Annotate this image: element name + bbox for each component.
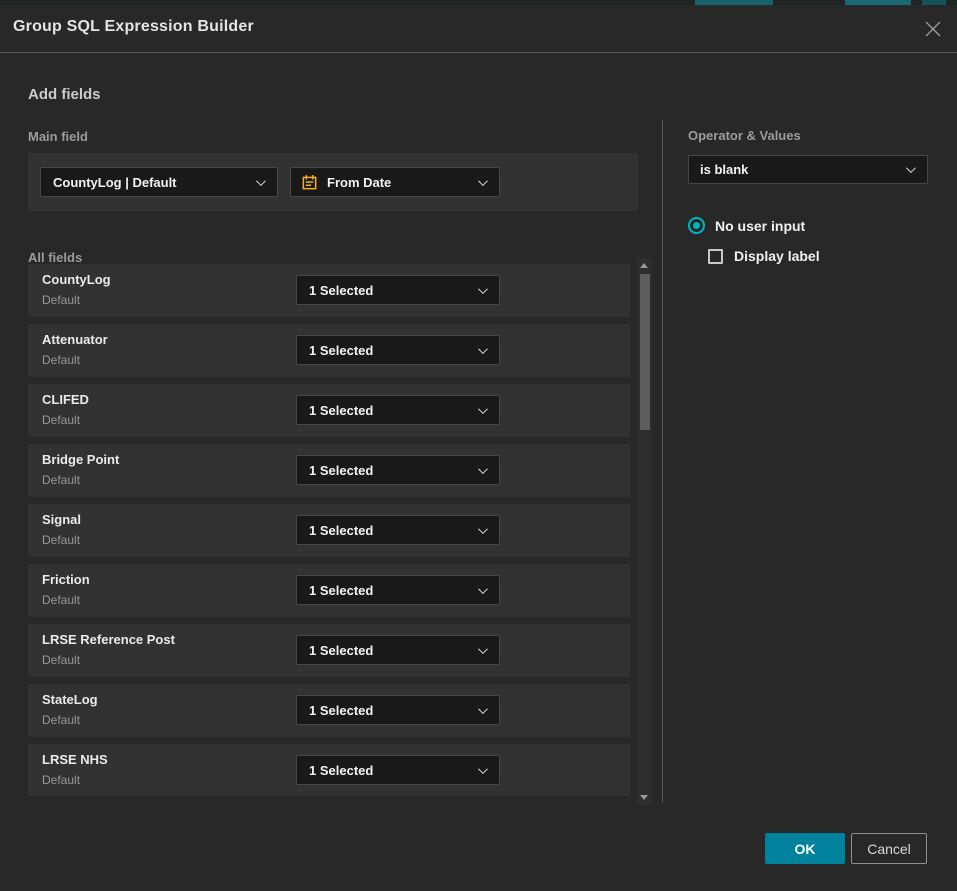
- field-row: Attenuator Default 1 Selected: [28, 324, 630, 377]
- screen: Group SQL Expression Builder Add fields …: [0, 0, 957, 891]
- field-row: LRSE Reference Post Default 1 Selected: [28, 624, 630, 677]
- field-subtitle: Default: [42, 473, 80, 487]
- field-subtitle: Default: [42, 713, 80, 727]
- display-label-checkbox[interactable]: Display label: [708, 248, 820, 264]
- chevron-down-icon: [478, 584, 488, 594]
- field-row: CLIFED Default 1 Selected: [28, 384, 630, 437]
- scrollbar-track[interactable]: [637, 258, 652, 805]
- field-name: LRSE NHS: [42, 752, 108, 767]
- field-row: CountyLog Default 1 Selected: [28, 264, 630, 317]
- checkbox-icon: [708, 249, 723, 264]
- field-name: Attenuator: [42, 332, 108, 347]
- field-row: Friction Default 1 Selected: [28, 564, 630, 617]
- main-field-source-dropdown[interactable]: CountyLog | Default: [40, 167, 278, 197]
- scrollbar-thumb[interactable]: [640, 274, 650, 430]
- main-field-label: Main field: [28, 129, 88, 144]
- dropdown-value: CountyLog | Default: [53, 175, 177, 190]
- field-selected-dropdown[interactable]: 1 Selected: [296, 575, 500, 605]
- field-name: Bridge Point: [42, 452, 119, 467]
- field-subtitle: Default: [42, 353, 80, 367]
- chevron-down-icon: [478, 524, 488, 534]
- calendar-icon: [301, 174, 318, 191]
- chevron-down-icon: [478, 404, 488, 414]
- field-row: StateLog Default 1 Selected: [28, 684, 630, 737]
- field-selected-dropdown[interactable]: 1 Selected: [296, 275, 500, 305]
- chevron-down-icon: [478, 704, 488, 714]
- dropdown-value: 1 Selected: [297, 343, 373, 358]
- dropdown-value: From Date: [327, 175, 391, 190]
- dropdown-value: 1 Selected: [297, 763, 373, 778]
- dialog-title: Group SQL Expression Builder: [13, 18, 254, 36]
- group-sql-expression-builder-dialog: Group SQL Expression Builder Add fields …: [0, 5, 957, 891]
- dropdown-value: is blank: [700, 162, 748, 177]
- all-fields-label: All fields: [28, 250, 82, 265]
- dropdown-value: 1 Selected: [297, 283, 373, 298]
- field-name: Friction: [42, 572, 90, 587]
- field-name: Signal: [42, 512, 81, 527]
- field-subtitle: Default: [42, 593, 80, 607]
- field-selected-dropdown[interactable]: 1 Selected: [296, 755, 500, 785]
- dropdown-value: 1 Selected: [297, 643, 373, 658]
- chevron-down-icon: [478, 764, 488, 774]
- dropdown-value: 1 Selected: [297, 583, 373, 598]
- chevron-down-icon: [478, 284, 488, 294]
- field-subtitle: Default: [42, 653, 80, 667]
- vertical-divider: [662, 120, 663, 803]
- chevron-down-icon: [478, 644, 488, 654]
- add-fields-heading: Add fields: [28, 86, 101, 103]
- field-selected-dropdown[interactable]: 1 Selected: [296, 455, 500, 485]
- chevron-down-icon: [256, 176, 266, 186]
- main-field-panel: CountyLog | Default From Date: [28, 153, 638, 211]
- dropdown-value: 1 Selected: [297, 463, 373, 478]
- all-fields-list: CountyLog Default 1 Selected Attenuator …: [28, 264, 630, 796]
- no-user-input-radio[interactable]: No user input: [688, 217, 805, 234]
- field-row: Signal Default 1 Selected: [28, 504, 630, 557]
- scroll-down-icon[interactable]: [640, 795, 648, 800]
- scroll-up-icon[interactable]: [640, 263, 648, 268]
- field-selected-dropdown[interactable]: 1 Selected: [296, 395, 500, 425]
- radio-label: No user input: [715, 218, 805, 234]
- field-name: LRSE Reference Post: [42, 632, 175, 647]
- field-subtitle: Default: [42, 773, 80, 787]
- ok-button[interactable]: OK: [765, 833, 845, 864]
- chevron-down-icon: [478, 176, 488, 186]
- operator-dropdown[interactable]: is blank: [688, 155, 928, 184]
- field-name: CountyLog: [42, 272, 111, 287]
- close-button[interactable]: [922, 18, 944, 40]
- radio-icon: [688, 217, 705, 234]
- field-selected-dropdown[interactable]: 1 Selected: [296, 335, 500, 365]
- field-name: StateLog: [42, 692, 98, 707]
- cancel-button[interactable]: Cancel: [851, 833, 927, 864]
- field-subtitle: Default: [42, 413, 80, 427]
- main-field-date-dropdown[interactable]: From Date: [290, 167, 500, 197]
- dropdown-value: 1 Selected: [297, 523, 373, 538]
- dropdown-value: 1 Selected: [297, 403, 373, 418]
- field-subtitle: Default: [42, 293, 80, 307]
- field-row: LRSE NHS Default 1 Selected: [28, 744, 630, 796]
- field-name: CLIFED: [42, 392, 89, 407]
- chevron-down-icon: [478, 344, 488, 354]
- field-selected-dropdown[interactable]: 1 Selected: [296, 635, 500, 665]
- chevron-down-icon: [906, 163, 916, 173]
- field-row: Bridge Point Default 1 Selected: [28, 444, 630, 497]
- chevron-down-icon: [478, 464, 488, 474]
- close-icon: [924, 26, 942, 41]
- checkbox-label: Display label: [734, 248, 820, 264]
- field-selected-dropdown[interactable]: 1 Selected: [296, 695, 500, 725]
- operator-values-label: Operator & Values: [688, 128, 801, 143]
- dropdown-value: 1 Selected: [297, 703, 373, 718]
- field-subtitle: Default: [42, 533, 80, 547]
- field-selected-dropdown[interactable]: 1 Selected: [296, 515, 500, 545]
- dialog-header: Group SQL Expression Builder: [0, 5, 957, 53]
